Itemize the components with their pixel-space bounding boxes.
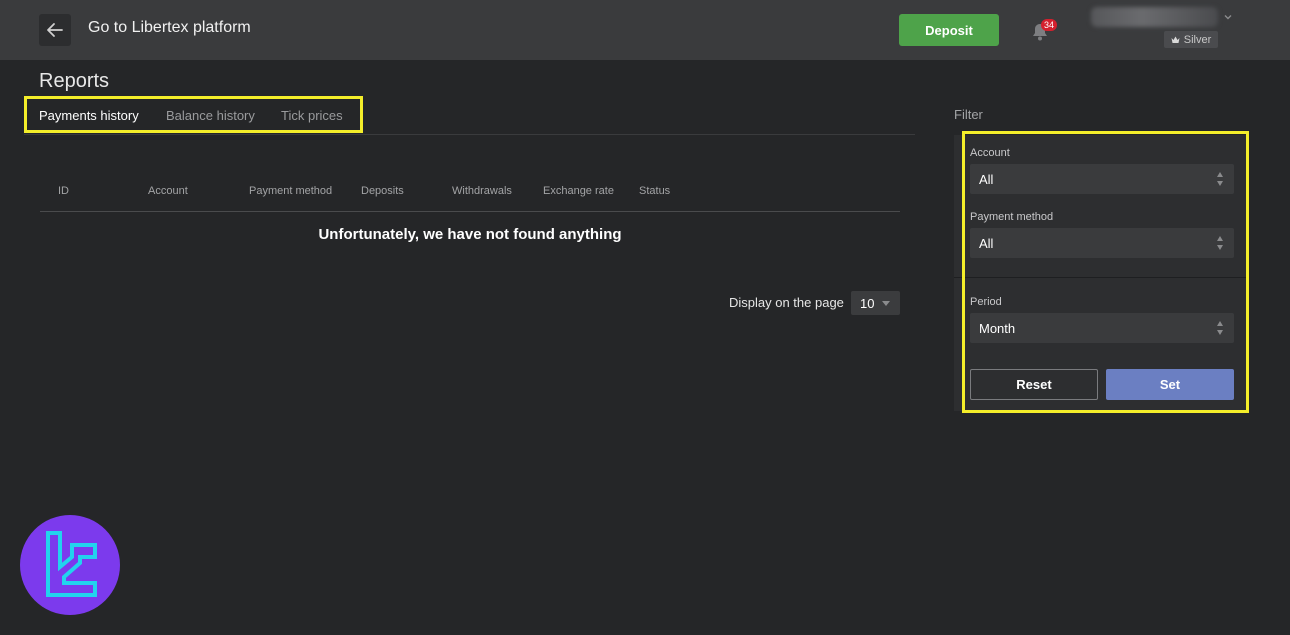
notification-count-badge: 34 — [1041, 19, 1057, 31]
page-size-select[interactable]: 10 — [851, 291, 900, 315]
column-header-status[interactable]: Status — [639, 185, 670, 197]
filter-title: Filter — [954, 107, 983, 122]
filter-divider — [954, 277, 1246, 278]
period-filter-value: Month — [979, 320, 1016, 336]
payment-method-filter-label: Payment method — [970, 211, 1054, 223]
column-header-deposits[interactable]: Deposits — [361, 185, 404, 197]
back-button[interactable] — [39, 14, 71, 46]
arrow-left-icon — [47, 23, 63, 37]
column-header-account[interactable]: Account — [148, 185, 188, 197]
period-filter-select[interactable]: Month — [970, 313, 1234, 343]
go-to-platform-link[interactable]: Go to Libertex platform — [88, 19, 251, 37]
account-filter-label: Account — [970, 147, 1010, 159]
set-button[interactable]: Set — [1106, 369, 1234, 400]
tabs-divider — [24, 134, 915, 135]
page-title: Reports — [39, 70, 110, 92]
user-name-blurred[interactable] — [1091, 7, 1218, 27]
tab-payments-history[interactable]: Payments history — [39, 108, 139, 123]
tab-tick-prices[interactable]: Tick prices — [281, 108, 343, 123]
brand-logo — [20, 515, 120, 615]
page-size-label: Display on the page — [729, 295, 844, 310]
tab-balance-history[interactable]: Balance history — [166, 108, 255, 123]
chevron-down-icon[interactable] — [1223, 12, 1233, 22]
up-down-arrows-icon — [1217, 172, 1223, 186]
tier-badge: Silver — [1164, 31, 1218, 48]
page-size-value: 10 — [860, 295, 875, 311]
up-down-arrows-icon — [1217, 321, 1223, 335]
period-filter-label: Period — [970, 296, 1002, 308]
deposit-button[interactable]: Deposit — [899, 14, 999, 46]
reset-button[interactable]: Reset — [970, 369, 1098, 400]
column-header-id[interactable]: ID — [58, 185, 69, 197]
payment-method-filter-select[interactable]: All — [970, 228, 1234, 258]
payment-method-filter-value: All — [979, 235, 994, 251]
account-filter-select[interactable]: All — [970, 164, 1234, 194]
column-header-withdrawals[interactable]: Withdrawals — [452, 185, 512, 197]
up-down-arrows-icon — [1217, 236, 1223, 250]
column-header-payment-method[interactable]: Payment method — [249, 185, 332, 197]
empty-results-message: Unfortunately, we have not found anythin… — [318, 226, 622, 243]
account-filter-value: All — [979, 171, 994, 187]
crown-icon — [1171, 36, 1180, 43]
tier-label: Silver — [1183, 33, 1212, 46]
table-header-divider — [40, 211, 900, 212]
caret-down-icon — [882, 301, 890, 306]
report-tabs: Payments history Balance history Tick pr… — [24, 96, 363, 133]
column-header-exchange-rate[interactable]: Exchange rate — [543, 185, 614, 197]
